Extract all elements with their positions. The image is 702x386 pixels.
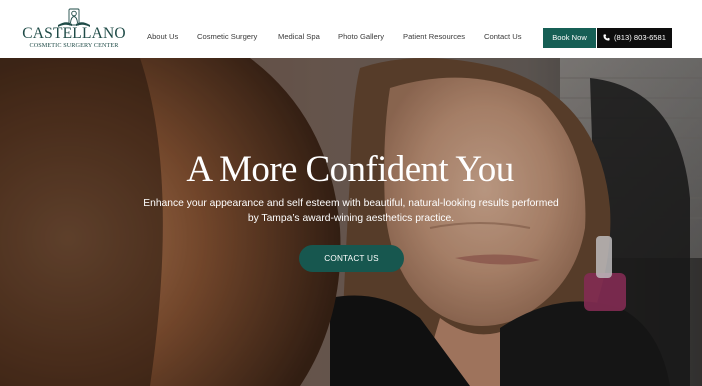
- logo-name: CASTELLANO: [22, 25, 126, 42]
- nav-item-medical-spa[interactable]: Medical Spa: [278, 32, 320, 42]
- contact-us-button[interactable]: CONTACT US: [299, 245, 404, 272]
- logo[interactable]: CASTELLANO COSMETIC SURGERY CENTER: [22, 6, 126, 52]
- hero-subheading: Enhance your appearance and self esteem …: [143, 198, 559, 224]
- nav-item-contact-us[interactable]: Contact Us: [484, 32, 522, 42]
- nav-item-patient-resources[interactable]: Patient Resources: [403, 32, 465, 42]
- nav-item-about-us[interactable]: About Us: [147, 32, 178, 42]
- site-header: CASTELLANO COSMETIC SURGERY CENTER About…: [0, 0, 702, 58]
- phone-icon: [603, 34, 610, 41]
- nav-item-cosmetic-surgery[interactable]: Cosmetic Surgery: [197, 32, 257, 42]
- book-now-button[interactable]: Book Now: [543, 28, 596, 48]
- logo-tagline: COSMETIC SURGERY CENTER: [29, 42, 119, 49]
- phone-button[interactable]: (813) 803-6581: [597, 28, 672, 48]
- nav-item-photo-gallery[interactable]: Photo Gallery: [338, 32, 384, 42]
- phone-number: (813) 803-6581: [614, 33, 666, 42]
- hero-section: A More Confident You Enhance your appear…: [0, 58, 702, 386]
- hero-heading: A More Confident You: [186, 149, 514, 190]
